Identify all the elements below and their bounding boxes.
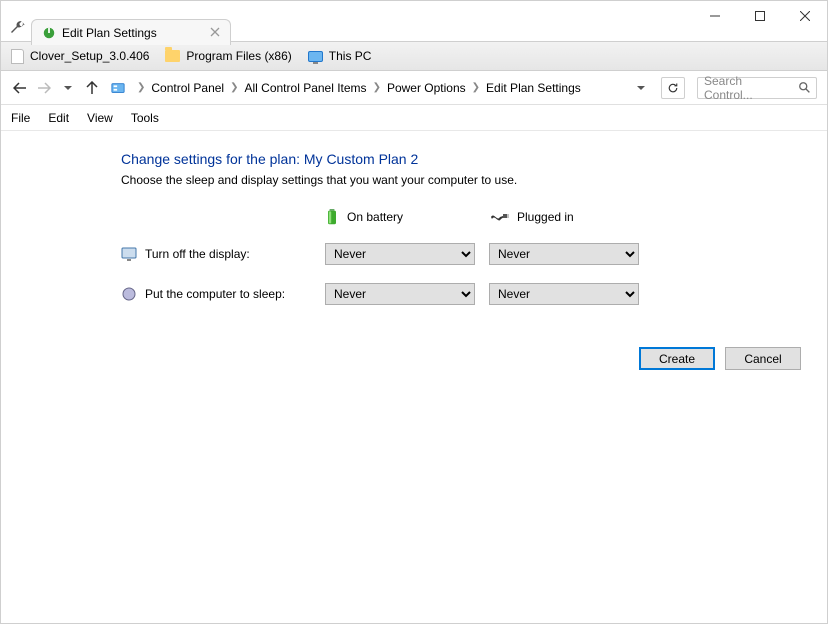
plug-icon xyxy=(489,211,509,223)
menu-tools[interactable]: Tools xyxy=(131,111,159,125)
menu-view[interactable]: View xyxy=(87,111,113,125)
address-bar: ❯ Control Panel ❯ All Control Panel Item… xyxy=(1,71,827,105)
bookmark-bar: Clover_Setup_3.0.406 Program Files (x86)… xyxy=(1,41,827,71)
cancel-button[interactable]: Cancel xyxy=(725,347,801,370)
folder-icon xyxy=(165,50,180,62)
battery-icon xyxy=(325,209,339,225)
column-header-plugged: Plugged in xyxy=(489,210,639,224)
nav-up-button[interactable] xyxy=(83,79,101,97)
sleep-plugged-select[interactable]: Never xyxy=(489,283,639,305)
menu-edit[interactable]: Edit xyxy=(48,111,69,125)
close-tab-icon[interactable] xyxy=(210,26,222,38)
breadcrumb[interactable]: ❯ Control Panel ❯ All Control Panel Item… xyxy=(107,81,625,95)
column-header-battery: On battery xyxy=(325,209,475,225)
power-options-icon xyxy=(42,26,56,40)
row-text: Put the computer to sleep: xyxy=(145,287,285,301)
chevron-right-icon[interactable]: ❯ xyxy=(369,82,385,93)
window-minimize-button[interactable] xyxy=(692,1,737,31)
display-battery-select[interactable]: Never xyxy=(325,243,475,265)
row-label-sleep: Put the computer to sleep: xyxy=(121,286,311,302)
search-icon xyxy=(798,81,812,98)
refresh-icon xyxy=(667,82,679,94)
display-icon xyxy=(121,246,137,262)
create-button[interactable]: Create xyxy=(639,347,715,370)
breadcrumb-item-0[interactable]: Control Panel xyxy=(151,81,224,95)
nav-back-button[interactable] xyxy=(11,79,29,97)
page-subtitle: Choose the sleep and display settings th… xyxy=(121,173,807,187)
breadcrumb-item-3[interactable]: Edit Plan Settings xyxy=(486,81,581,95)
window-close-button[interactable] xyxy=(782,1,827,31)
file-icon xyxy=(11,49,24,64)
chevron-right-icon[interactable]: ❯ xyxy=(468,82,484,93)
content-pane: Change settings for the plan: My Custom … xyxy=(1,131,827,390)
control-panel-icon xyxy=(111,81,125,95)
search-input[interactable]: Search Control... xyxy=(697,77,817,99)
sleep-icon xyxy=(121,286,137,302)
row-text: Turn off the display: xyxy=(145,247,250,261)
bookmark-label: Clover_Setup_3.0.406 xyxy=(30,49,149,63)
bookmark-item-0[interactable]: Clover_Setup_3.0.406 xyxy=(11,49,149,64)
chevron-right-icon[interactable]: ❯ xyxy=(133,82,149,93)
wrench-icon xyxy=(9,19,25,35)
search-placeholder: Search Control... xyxy=(704,74,794,102)
address-dropdown[interactable] xyxy=(631,81,651,95)
bookmark-label: This PC xyxy=(329,49,372,63)
display-plugged-select[interactable]: Never xyxy=(489,243,639,265)
bookmark-label: Program Files (x86) xyxy=(186,49,291,63)
nav-recent-dropdown[interactable] xyxy=(59,79,77,97)
nav-forward-button[interactable] xyxy=(35,79,53,97)
bookmark-item-2[interactable]: This PC xyxy=(308,49,372,63)
tab-title: Edit Plan Settings xyxy=(62,26,157,40)
chevron-right-icon[interactable]: ❯ xyxy=(226,82,242,93)
breadcrumb-item-2[interactable]: Power Options xyxy=(387,81,466,95)
browser-tab[interactable]: Edit Plan Settings xyxy=(31,19,231,45)
sleep-battery-select[interactable]: Never xyxy=(325,283,475,305)
title-bar: Edit Plan Settings xyxy=(1,1,827,41)
bookmark-item-1[interactable]: Program Files (x86) xyxy=(165,49,291,63)
breadcrumb-item-1[interactable]: All Control Panel Items xyxy=(245,81,367,95)
column-label: On battery xyxy=(347,210,403,224)
menu-file[interactable]: File xyxy=(11,111,30,125)
column-label: Plugged in xyxy=(517,210,574,224)
page-title: Change settings for the plan: My Custom … xyxy=(121,151,807,167)
this-pc-icon xyxy=(308,51,323,62)
menu-bar: File Edit View Tools xyxy=(1,105,827,131)
row-label-display: Turn off the display: xyxy=(121,246,311,262)
window-maximize-button[interactable] xyxy=(737,1,782,31)
refresh-button[interactable] xyxy=(661,77,685,99)
